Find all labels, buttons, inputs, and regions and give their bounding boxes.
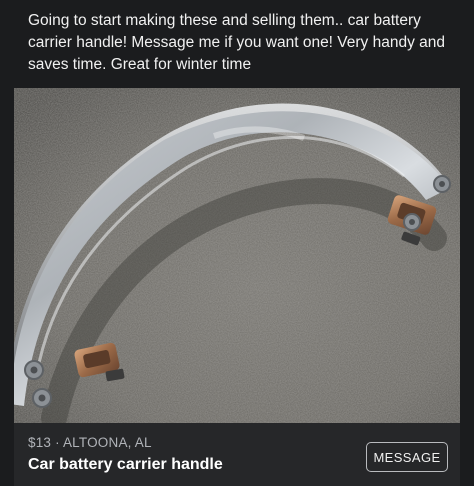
listing-photo[interactable] bbox=[14, 88, 460, 423]
price-location: $13 · ALTOONA, AL bbox=[28, 435, 152, 450]
post-description: Going to start making these and selling … bbox=[28, 12, 446, 73]
marketplace-post: Going to start making these and selling … bbox=[0, 0, 474, 486]
battery-handle-image bbox=[14, 88, 460, 423]
listing-info-bar[interactable]: $13 · ALTOONA, AL Car battery carrier ha… bbox=[14, 423, 460, 486]
listing-title[interactable]: Car battery carrier handle bbox=[28, 456, 223, 474]
message-button[interactable]: MESSAGE bbox=[366, 442, 448, 472]
